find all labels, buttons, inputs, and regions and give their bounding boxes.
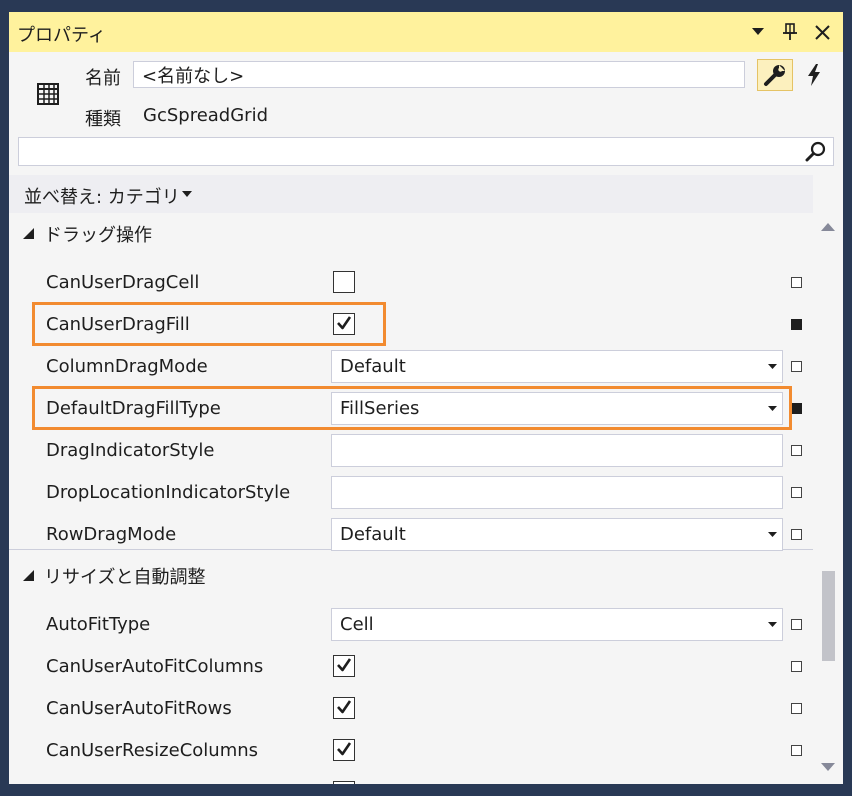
property-marker[interactable] xyxy=(791,445,802,456)
chevron-down-icon xyxy=(182,191,192,197)
check-icon xyxy=(337,658,352,672)
scrollbar-thumb[interactable] xyxy=(822,571,835,661)
panel-title: プロパティ xyxy=(17,25,106,46)
property-dropdown[interactable]: Cell xyxy=(331,608,783,641)
property-row[interactable]: RowDragMode Default xyxy=(9,513,813,555)
category-header[interactable]: リサイズと自動調整 xyxy=(9,555,813,595)
search-input[interactable] xyxy=(19,138,811,163)
property-checkbox[interactable] xyxy=(333,313,355,335)
close-button[interactable] xyxy=(807,17,837,47)
property-checkbox[interactable] xyxy=(333,655,355,677)
property-value: FillSeries xyxy=(340,398,420,419)
scroll-up-icon[interactable] xyxy=(821,223,835,231)
property-dropdown[interactable]: Default xyxy=(331,350,783,383)
property-text-input[interactable] xyxy=(331,434,783,467)
property-checkbox[interactable] xyxy=(333,781,355,784)
property-marker[interactable] xyxy=(791,403,802,414)
chevron-down-icon xyxy=(768,532,777,537)
property-checkbox[interactable] xyxy=(333,271,355,293)
window-menu-button[interactable] xyxy=(743,17,773,47)
check-icon xyxy=(337,742,352,756)
property-name: RowDragMode xyxy=(46,524,177,545)
collapse-triangle-icon[interactable] xyxy=(23,570,34,581)
property-name: CanUserAutoFitColumns xyxy=(46,656,264,677)
property-row[interactable]: CanUserDragFill xyxy=(9,303,813,345)
sort-label: 並べ替え: カテゴリ xyxy=(24,187,180,208)
wrench-icon xyxy=(764,65,785,86)
property-text-input[interactable] xyxy=(331,476,783,509)
property-name: DragIndicatorStyle xyxy=(46,440,215,461)
chevron-down-icon xyxy=(752,28,764,35)
category-header[interactable]: ドラッグ操作 xyxy=(9,213,813,253)
check-icon xyxy=(337,316,352,330)
property-name: DropLocationIndicatorStyle xyxy=(46,482,291,503)
collapse-triangle-icon[interactable] xyxy=(23,228,34,239)
vertical-scrollbar[interactable] xyxy=(814,213,843,784)
property-name: CanUserResizeRows xyxy=(46,782,227,784)
category-label: リサイズと自動調整 xyxy=(44,567,206,588)
pin-icon xyxy=(783,23,797,40)
check-icon xyxy=(337,700,352,714)
events-view-button[interactable] xyxy=(796,59,832,91)
property-marker[interactable] xyxy=(791,661,802,672)
title-bar: プロパティ xyxy=(9,12,843,52)
property-marker[interactable] xyxy=(791,619,802,630)
property-row[interactable]: CanUserDragCell xyxy=(9,261,813,303)
property-grid: ドラッグ操作 CanUserDragCell CanUserDragFill Colu… xyxy=(9,213,813,784)
property-row[interactable]: ColumnDragMode Default xyxy=(9,345,813,387)
chevron-down-icon xyxy=(768,622,777,627)
property-marker[interactable] xyxy=(791,361,802,372)
property-row[interactable]: AutoFitType Cell xyxy=(9,603,813,645)
property-marker[interactable] xyxy=(791,745,802,756)
lightning-icon xyxy=(808,64,820,86)
property-row[interactable]: DragIndicatorStyle xyxy=(9,429,813,471)
property-name: AutoFitType xyxy=(46,614,151,635)
sort-bar[interactable]: 並べ替え: カテゴリ xyxy=(9,175,813,213)
property-marker[interactable] xyxy=(791,319,802,330)
property-marker[interactable] xyxy=(791,487,802,498)
property-value: Default xyxy=(340,356,406,377)
property-name: CanUserAutoFitRows xyxy=(46,698,232,719)
property-row[interactable]: CanUserAutoFitRows xyxy=(9,687,813,729)
type-value: GcSpreadGrid xyxy=(143,105,269,126)
properties-view-button[interactable] xyxy=(757,59,793,91)
property-name: CanUserDragCell xyxy=(46,272,200,293)
property-marker[interactable] xyxy=(791,277,802,288)
search-icon[interactable] xyxy=(805,141,827,167)
property-name: CanUserResizeColumns xyxy=(46,740,259,761)
property-row[interactable]: DefaultDragFillType FillSeries xyxy=(9,387,813,429)
property-value: Cell xyxy=(340,614,374,635)
chevron-down-icon xyxy=(768,364,777,369)
property-value: Default xyxy=(340,524,406,545)
property-checkbox[interactable] xyxy=(333,697,355,719)
property-row[interactable]: CanUserResizeColumns xyxy=(9,729,813,771)
scroll-down-icon[interactable] xyxy=(821,763,835,771)
name-input[interactable] xyxy=(133,61,745,88)
properties-window: プロパティ 名前 <名前なし> 種類 GcSpreadGrid 並べ替え: カテ… xyxy=(9,12,843,784)
grid-icon xyxy=(37,83,59,109)
close-icon xyxy=(814,24,830,40)
property-name: CanUserDragFill xyxy=(46,314,190,335)
category-label: ドラッグ操作 xyxy=(44,225,152,246)
search-box xyxy=(18,137,834,166)
property-name: ColumnDragMode xyxy=(46,356,208,377)
property-marker[interactable] xyxy=(791,529,802,540)
property-checkbox[interactable] xyxy=(333,739,355,761)
name-label: 名前 xyxy=(85,68,121,89)
property-row[interactable]: DropLocationIndicatorStyle xyxy=(9,471,813,513)
property-row[interactable]: CanUserResizeRows xyxy=(9,771,813,784)
property-dropdown[interactable]: FillSeries xyxy=(331,392,783,425)
chevron-down-icon xyxy=(768,406,777,411)
property-row[interactable]: CanUserAutoFitColumns xyxy=(9,645,813,687)
property-dropdown[interactable]: Default xyxy=(331,518,783,551)
property-marker[interactable] xyxy=(791,703,802,714)
check-icon xyxy=(336,783,352,784)
type-label: 種類 xyxy=(85,109,121,130)
property-name: DefaultDragFillType xyxy=(46,398,221,419)
pin-button[interactable] xyxy=(775,17,805,47)
